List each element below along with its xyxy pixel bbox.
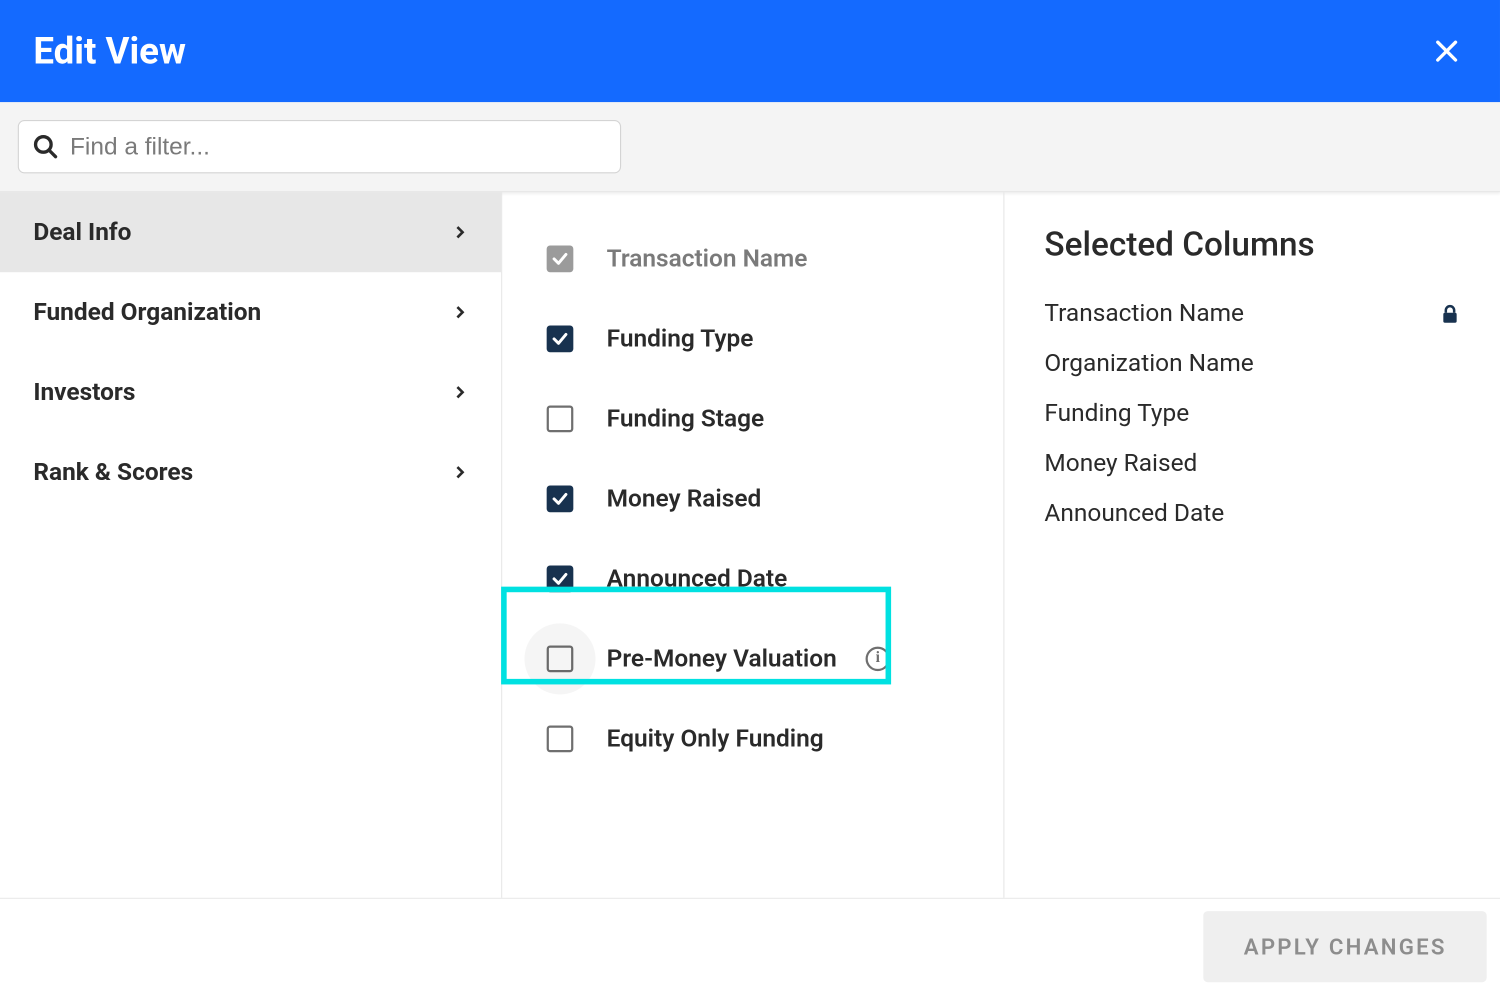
chevron-right-icon bbox=[452, 464, 468, 480]
search-icon bbox=[32, 133, 59, 160]
filter-label: Pre-Money Valuation bbox=[607, 645, 837, 673]
selected-columns-panel: Selected Columns Transaction Name Organi… bbox=[1004, 192, 1500, 898]
filter-pre-money-valuation[interactable]: Pre-Money Valuation i bbox=[502, 619, 1003, 699]
selected-item-organization-name[interactable]: Organization Name bbox=[1044, 350, 1460, 378]
check-icon bbox=[551, 490, 569, 508]
category-investors[interactable]: Investors bbox=[0, 352, 501, 432]
chevron-right-icon bbox=[452, 304, 468, 320]
category-label: Funded Organization bbox=[33, 298, 261, 326]
info-icon[interactable]: i bbox=[866, 647, 890, 671]
filter-equity-only-funding[interactable]: Equity Only Funding bbox=[502, 699, 1003, 779]
category-rank-scores[interactable]: Rank & Scores bbox=[0, 432, 501, 512]
checkbox[interactable] bbox=[547, 326, 574, 353]
filter-label: Funding Type bbox=[607, 325, 754, 353]
close-icon bbox=[1433, 38, 1460, 65]
checkbox[interactable] bbox=[547, 726, 574, 753]
modal-header: Edit View bbox=[0, 0, 1500, 102]
lock-icon bbox=[1440, 303, 1460, 325]
filter-label: Money Raised bbox=[607, 485, 762, 513]
close-button[interactable] bbox=[1427, 31, 1467, 71]
selected-item-label: Transaction Name bbox=[1044, 300, 1244, 328]
selected-columns-title: Selected Columns bbox=[1044, 226, 1460, 265]
category-label: Deal Info bbox=[33, 218, 131, 246]
check-icon bbox=[551, 330, 569, 348]
hover-ripple bbox=[524, 623, 595, 694]
category-label: Rank & Scores bbox=[33, 458, 193, 486]
selected-item-funding-type[interactable]: Funding Type bbox=[1044, 400, 1460, 428]
apply-changes-button[interactable]: APPLY CHANGES bbox=[1204, 911, 1487, 982]
category-label: Investors bbox=[33, 378, 135, 406]
selected-item-label: Funding Type bbox=[1044, 400, 1189, 428]
checkbox[interactable] bbox=[547, 566, 574, 593]
search-row bbox=[0, 102, 1500, 192]
filter-label: Equity Only Funding bbox=[607, 725, 824, 753]
check-icon bbox=[551, 570, 569, 588]
filter-label: Funding Stage bbox=[607, 405, 765, 433]
check-icon bbox=[551, 250, 569, 268]
content-area: Deal Info Funded Organization Investors … bbox=[0, 192, 1500, 899]
checkbox[interactable] bbox=[547, 486, 574, 513]
filter-transaction-name: Transaction Name bbox=[502, 219, 1003, 299]
filter-funding-stage[interactable]: Funding Stage bbox=[502, 379, 1003, 459]
search-box[interactable] bbox=[18, 120, 621, 173]
category-funded-organization[interactable]: Funded Organization bbox=[0, 272, 501, 352]
checkbox-locked bbox=[547, 246, 574, 273]
filter-label: Transaction Name bbox=[607, 245, 808, 273]
selected-item-money-raised[interactable]: Money Raised bbox=[1044, 450, 1460, 478]
selected-item-announced-date[interactable]: Announced Date bbox=[1044, 500, 1460, 528]
chevron-right-icon bbox=[452, 384, 468, 400]
filter-announced-date[interactable]: Announced Date bbox=[502, 539, 1003, 619]
selected-item-transaction-name[interactable]: Transaction Name bbox=[1044, 300, 1460, 328]
selected-columns-list: Transaction Name Organization Name Fundi… bbox=[1044, 300, 1460, 528]
search-input[interactable] bbox=[70, 132, 607, 161]
category-column: Deal Info Funded Organization Investors … bbox=[0, 192, 502, 898]
chevron-right-icon bbox=[452, 224, 468, 240]
selected-item-label: Announced Date bbox=[1044, 500, 1224, 528]
modal-title: Edit View bbox=[33, 29, 186, 72]
filters-column: Transaction Name Funding Type Funding St… bbox=[502, 192, 1004, 898]
filter-funding-type[interactable]: Funding Type bbox=[502, 299, 1003, 379]
filter-label: Announced Date bbox=[607, 565, 788, 593]
selected-item-label: Money Raised bbox=[1044, 450, 1197, 478]
checkbox[interactable] bbox=[547, 406, 574, 433]
filter-money-raised[interactable]: Money Raised bbox=[502, 459, 1003, 539]
modal-footer: APPLY CHANGES bbox=[0, 899, 1500, 994]
selected-item-label: Organization Name bbox=[1044, 350, 1253, 378]
category-deal-info[interactable]: Deal Info bbox=[0, 192, 501, 272]
